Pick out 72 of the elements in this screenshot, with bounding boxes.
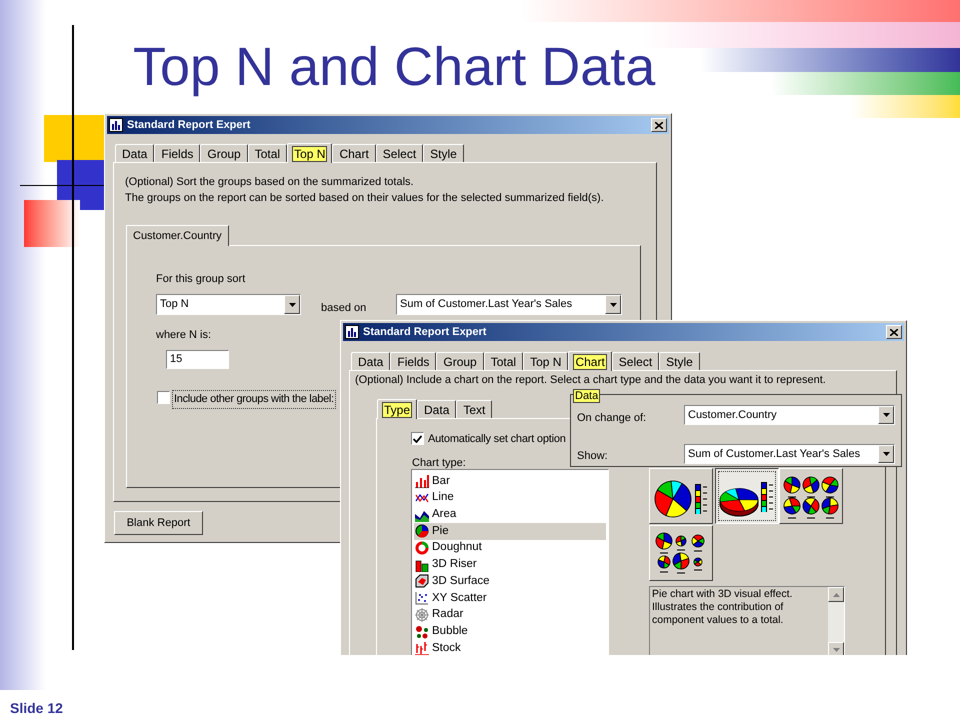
up-arrow-icon bbox=[832, 592, 840, 596]
tab[interactable]: Select bbox=[612, 352, 660, 370]
description-text: Pie chart with 3D visual effect. Illustrates the contribution of component values to a total. bbox=[651, 587, 794, 628]
description-text: (Optional) Sort the groups based on the summarized totals. bbox=[125, 175, 414, 190]
tab[interactable]: Data bbox=[417, 400, 456, 418]
description-text: The groups on the report can be sorted based on their values for the selected summarized field(s). bbox=[125, 191, 604, 206]
checkbox[interactable] bbox=[411, 432, 424, 445]
label: On change of: bbox=[577, 411, 646, 426]
slide-number: Slide 12 bbox=[10, 699, 63, 718]
radar-chart-icon bbox=[415, 608, 429, 622]
tab[interactable]: Top N bbox=[287, 143, 332, 163]
tab[interactable]: Type bbox=[377, 399, 418, 419]
decorative-square bbox=[24, 200, 80, 247]
tab[interactable]: Data bbox=[351, 352, 390, 370]
tab[interactable]: Total bbox=[484, 352, 524, 370]
window-title: Standard Report Expert bbox=[363, 324, 488, 340]
check-icon bbox=[413, 434, 422, 442]
tab[interactable]: Group bbox=[200, 144, 248, 162]
decorative-square bbox=[44, 115, 104, 162]
chart-subtype-button[interactable] bbox=[715, 468, 779, 524]
label: Chart type: bbox=[412, 456, 466, 471]
scrollbar[interactable] bbox=[828, 587, 844, 655]
tab[interactable]: Total bbox=[248, 144, 288, 162]
label: where N is: bbox=[156, 328, 212, 343]
3d-surface-icon bbox=[415, 574, 429, 588]
scatter-chart-icon bbox=[415, 591, 429, 606]
bubble-chart-icon bbox=[415, 624, 429, 639]
report-icon bbox=[109, 118, 123, 132]
tab[interactable]: Fields bbox=[390, 352, 436, 370]
checkbox[interactable] bbox=[157, 391, 170, 404]
tab[interactable]: Text bbox=[456, 400, 492, 418]
window-title: Standard Report Expert bbox=[127, 118, 252, 133]
close-icon bbox=[655, 122, 663, 128]
tab[interactable]: Style bbox=[423, 144, 464, 162]
tab[interactable]: Group bbox=[436, 352, 484, 370]
dropdown-arrow-icon bbox=[882, 413, 890, 417]
bar-chart-icon bbox=[415, 474, 429, 488]
label: Show: bbox=[577, 449, 608, 464]
doughnut-chart-icon bbox=[415, 541, 429, 556]
tab[interactable]: Chart bbox=[332, 144, 376, 162]
tab[interactable]: Customer.Country bbox=[126, 225, 229, 246]
dropdown[interactable]: Customer.Country bbox=[684, 405, 895, 425]
tab[interactable]: Fields bbox=[154, 144, 200, 162]
dropdown[interactable]: Top N bbox=[156, 294, 301, 315]
close-button[interactable] bbox=[651, 118, 667, 132]
tab[interactable]: Style bbox=[659, 352, 700, 370]
label: For this group sort bbox=[156, 272, 246, 287]
dropdown-arrow-icon bbox=[610, 302, 616, 306]
tab[interactable]: Top N bbox=[523, 352, 568, 370]
label: Automatically set chart option bbox=[428, 432, 566, 447]
pie-chart-icon bbox=[415, 524, 429, 538]
report-icon bbox=[345, 325, 359, 339]
dropdown-arrow-icon bbox=[882, 452, 890, 456]
dropdown[interactable]: Sum of Customer.Last Year's Sales bbox=[684, 444, 895, 464]
tab[interactable]: Data bbox=[115, 144, 154, 162]
list-item[interactable]: Pie bbox=[414, 523, 606, 540]
group-title: Data bbox=[573, 389, 600, 403]
tab[interactable]: Select bbox=[376, 144, 424, 162]
input-field[interactable]: 15 bbox=[166, 350, 229, 369]
stock-chart-icon bbox=[415, 641, 429, 655]
close-icon bbox=[890, 328, 898, 336]
description-text: (Optional) Include a chart on the report. Select a chart type and the data you want it to represent. bbox=[355, 374, 826, 387]
3d-bar-chart-icon bbox=[415, 558, 429, 572]
dropdown[interactable]: Sum of Customer.Last Year's Sales bbox=[396, 294, 622, 315]
label: based on bbox=[321, 301, 366, 316]
dropdown-arrow-icon bbox=[288, 302, 296, 306]
slide-title: Top N and Chart Data bbox=[133, 40, 656, 94]
tab[interactable]: Chart bbox=[568, 351, 612, 371]
label: Include other groups with the label: bbox=[172, 390, 336, 408]
close-button[interactable] bbox=[886, 325, 902, 339]
down-arrow-icon bbox=[832, 648, 840, 652]
blank-report-button[interactable]: Blank Report bbox=[114, 511, 203, 535]
